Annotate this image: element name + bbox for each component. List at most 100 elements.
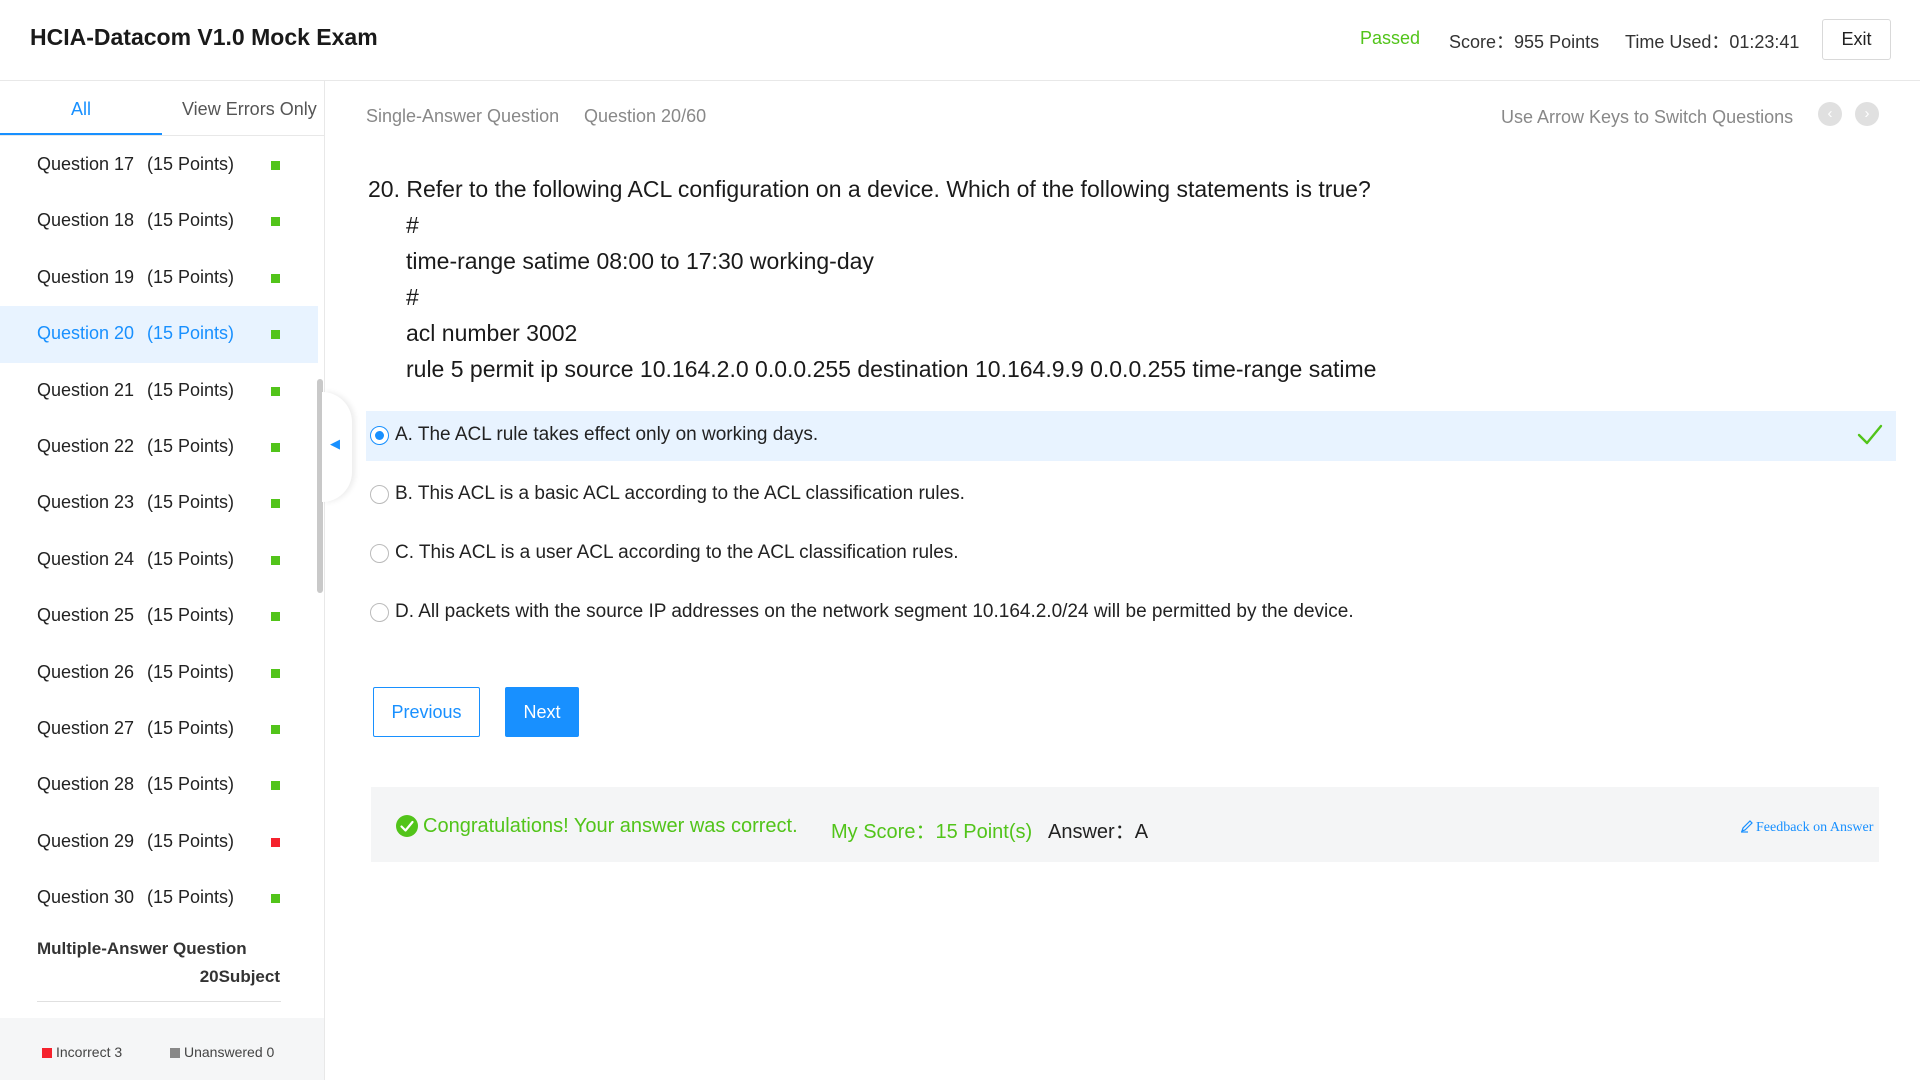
legend-incorrect: Incorrect 3 (42, 1044, 122, 1060)
radio-unchecked[interactable] (370, 485, 389, 504)
correct-answer: Answer：A (1048, 815, 1148, 844)
correct-status-icon (271, 217, 280, 227)
tab-all[interactable]: All (0, 99, 162, 120)
incorrect-swatch-icon (42, 1048, 52, 1058)
previous-button[interactable]: Previous (373, 687, 480, 737)
time-separator: ： (1711, 32, 1730, 52)
correct-status-icon (271, 894, 280, 904)
correct-status-icon (271, 724, 280, 734)
question-points: (15 Points) (147, 266, 235, 287)
config-line: rule 5 permit ip source 10.164.2.0 0.0.0… (406, 356, 1377, 382)
question-number: Question 26 (37, 661, 135, 682)
exit-button[interactable]: Exit (1822, 19, 1891, 60)
legend-incorrect-label: Incorrect 3 (56, 1044, 123, 1060)
sidebar-question-item[interactable]: Question 25 (15 Points) (0, 588, 318, 644)
unanswered-swatch-icon (170, 1048, 180, 1058)
question-points: (15 Points) (147, 435, 235, 456)
question-sidebar: All View Errors Only Question 17 (15 Poin… (0, 81, 325, 1080)
legend-unanswered: Unanswered 0 (170, 1044, 274, 1060)
option-text: C. This ACL is a user ACL according to t… (395, 542, 959, 563)
sidebar-question-item[interactable]: Question 27 (15 Points) (0, 701, 318, 757)
sidebar-question-item[interactable]: Question 23 (15 Points) (0, 475, 318, 531)
top-header: HCIA-Datacom V1.0 Mock Exam Passed Score… (0, 0, 1920, 81)
active-tab-indicator (0, 133, 162, 135)
question-number: Question 19 (37, 266, 135, 287)
question-number: Question 23 (37, 492, 135, 513)
prev-question-arrow-icon[interactable]: ‹ (1818, 102, 1842, 126)
score-separator: ： (1496, 32, 1515, 52)
question-points: (15 Points) (147, 830, 235, 851)
question-number: Question 22 (37, 435, 135, 456)
result-message: Congratulations! Your answer was correct… (423, 815, 798, 837)
radio-checked[interactable] (370, 426, 389, 445)
option-d[interactable]: D. All packets with the source IP addres… (366, 588, 1896, 638)
question-number: Question 29 (37, 830, 135, 851)
question-points: (15 Points) (147, 154, 235, 174)
correct-status-icon (271, 161, 280, 170)
question-points: (15 Points) (147, 323, 235, 344)
next-question-arrow-icon[interactable]: › (1855, 102, 1879, 126)
question-points: (15 Points) (147, 661, 235, 682)
option-a[interactable]: A. The ACL rule takes effect only on wor… (366, 411, 1896, 461)
success-check-circle-icon (396, 815, 418, 837)
correct-check-icon (1857, 424, 1883, 445)
question-number: Question 17 (37, 154, 135, 174)
correct-status-icon (271, 386, 280, 396)
sidebar-question-item[interactable]: Question 17 (15 Points) (0, 137, 318, 193)
time-label: Time Used (1625, 32, 1712, 52)
question-number: Question 20 (37, 323, 135, 344)
sidebar-question-item[interactable]: Question 26 (15 Points) (0, 645, 318, 701)
section-divider (37, 1001, 281, 1002)
correct-status-icon (271, 499, 280, 509)
my-score: My Score：15 Point(s) (831, 815, 1032, 844)
question-counter: Question 20/60 (584, 106, 707, 126)
answer-result-panel: Congratulations! Your answer was correct… (371, 787, 1879, 862)
radio-unchecked[interactable] (370, 544, 389, 563)
sidebar-question-item[interactable]: Question 28 (15 Points) (0, 757, 318, 813)
option-c[interactable]: C. This ACL is a user ACL according to t… (366, 529, 1896, 579)
config-line: acl number 3002 (406, 320, 578, 346)
sidebar-question-item[interactable]: Question 29 (15 Points) (0, 814, 318, 870)
question-number: Question 25 (37, 605, 135, 626)
feedback-link[interactable]: Feedback on Answer (1740, 819, 1873, 836)
option-text: B. This ACL is a basic ACL according to … (395, 483, 965, 504)
question-number: Question 18 (37, 210, 135, 231)
question-points: (15 Points) (147, 717, 235, 738)
time-value: 01:23:41 (1729, 32, 1800, 52)
time-used: Time Used：01:23:41 (1625, 28, 1799, 54)
question-points: (15 Points) (147, 774, 235, 795)
exam-title: HCIA-Datacom V1.0 Mock Exam (30, 24, 378, 50)
exam-status-badge: Passed (1360, 28, 1421, 48)
question-number: Question 24 (37, 548, 135, 569)
question-points: (15 Points) (147, 605, 235, 626)
config-line: # (406, 212, 419, 238)
total-score: Score：955 Points (1449, 28, 1599, 54)
tab-view-errors-only[interactable]: View Errors Only (182, 99, 317, 120)
question-points: (15 Points) (147, 379, 235, 400)
sidebar-question-item[interactable]: Question 22 (15 Points) (0, 419, 318, 475)
sidebar-question-item[interactable]: Question 21 (15 Points) (0, 363, 318, 419)
option-b[interactable]: B. This ACL is a basic ACL according to … (366, 470, 1896, 520)
keyboard-nav-hint: Use Arrow Keys to Switch Questions (1501, 107, 1794, 127)
config-line: time-range satime 08:00 to 17:30 working… (406, 248, 874, 274)
correct-status-icon (271, 612, 280, 622)
sidebar-question-item[interactable]: Question 20 (15 Points) (0, 306, 318, 363)
sidebar-question-item[interactable]: Question 24 (15 Points) (0, 532, 318, 588)
sidebar-question-item[interactable]: Question 18 (15 Points) (0, 193, 318, 249)
status-legend: Incorrect 3 Unanswered 0 (0, 1018, 324, 1080)
correct-status-icon (271, 781, 280, 791)
next-button[interactable]: Next (505, 687, 579, 737)
answer-label: Answer (1048, 821, 1115, 843)
my-score-value: 15 Point(s) (935, 821, 1033, 843)
radio-unchecked[interactable] (370, 603, 389, 622)
correct-status-icon (271, 442, 280, 452)
section-subtitle: 20Subject (199, 967, 280, 986)
question-body: 20. Refer to the following ACL configura… (368, 171, 1376, 387)
sidebar-question-item[interactable]: Question 30 (15 Points) (0, 870, 318, 926)
correct-status-icon (271, 330, 280, 340)
sidebar-question-item[interactable]: Question 19 (15 Points) (0, 250, 318, 306)
sidebar-tabs: All View Errors Only (0, 81, 324, 136)
my-score-label: My Score (831, 821, 916, 843)
question-panel: Single-Answer Question Question 20/60 Us… (326, 81, 1920, 1080)
correct-status-icon (271, 555, 280, 565)
